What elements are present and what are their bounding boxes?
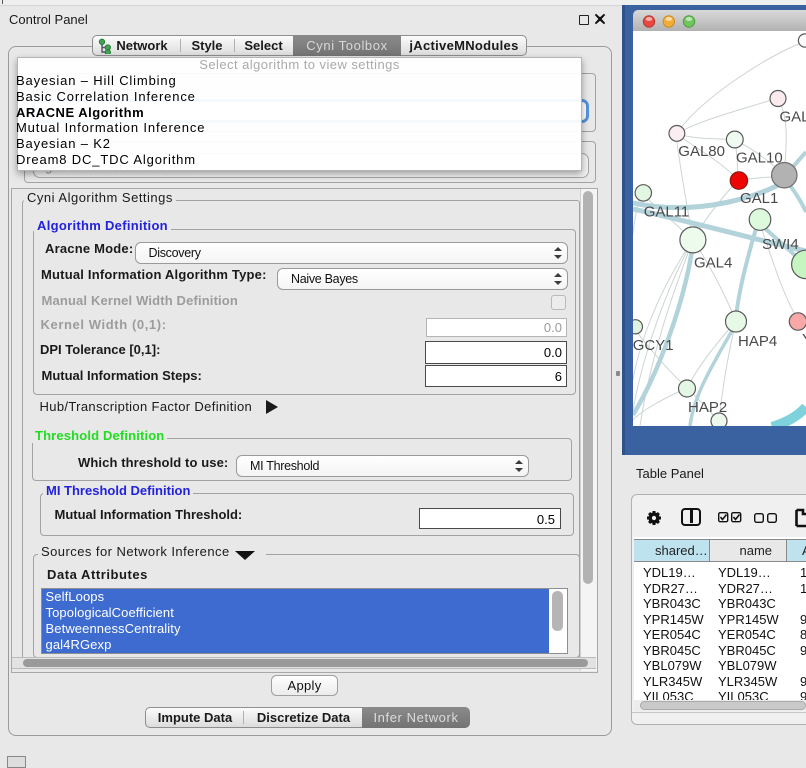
svg-text:GCY1: GCY1 (633, 337, 674, 354)
svg-text:SWI4: SWI4 (762, 236, 799, 253)
svg-text:GAL1: GAL1 (740, 190, 778, 207)
svg-text:GAL4: GAL4 (694, 255, 732, 272)
svg-text:HAP2: HAP2 (688, 399, 727, 416)
svg-text:HAP4: HAP4 (738, 333, 777, 350)
svg-text:GAL11: GAL11 (644, 204, 690, 221)
svg-text:GAL7: GAL7 (780, 109, 806, 126)
svg-text:YJ: YJ (802, 331, 806, 348)
svg-text:GAL10: GAL10 (736, 150, 783, 167)
svg-text:GAL80: GAL80 (678, 143, 725, 160)
